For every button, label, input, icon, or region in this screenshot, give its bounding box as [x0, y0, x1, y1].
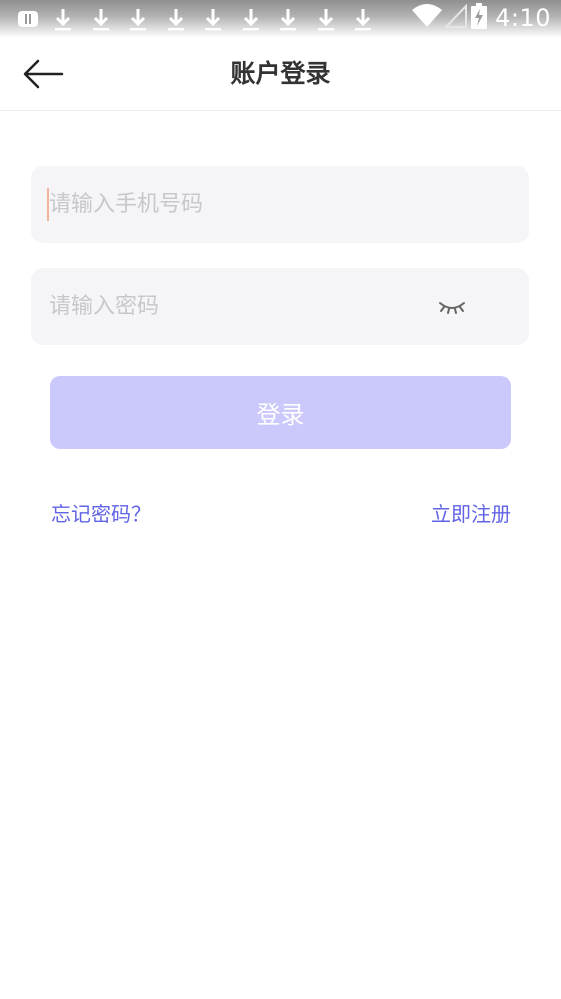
toggle-password-visibility-button[interactable]: [437, 297, 467, 317]
signal-icon: [443, 3, 468, 32]
notification-badge-icon: [18, 11, 38, 27]
app-header: 账户登录: [0, 38, 561, 111]
system-status: 4:10: [411, 2, 551, 34]
download-icon: [275, 6, 313, 32]
notification-area: [18, 6, 388, 32]
status-bar: 4:10: [0, 0, 561, 38]
wifi-icon: [411, 4, 443, 32]
download-icon: [125, 6, 163, 32]
phone-input[interactable]: [49, 166, 429, 243]
password-input[interactable]: [49, 268, 429, 345]
phone-field-container: [31, 166, 529, 243]
battery-charging-icon: [471, 3, 488, 33]
clock: 4:10: [495, 4, 551, 32]
forgot-password-link[interactable]: 忘记密码？: [51, 498, 151, 527]
password-field-container: [31, 268, 529, 345]
page-title: 账户登录: [230, 59, 331, 88]
eye-closed-icon: [439, 302, 465, 314]
download-icon: [238, 6, 276, 32]
login-button[interactable]: 登录: [50, 376, 511, 449]
download-icon: [200, 6, 238, 32]
download-icon: [163, 6, 201, 32]
download-icon: [50, 6, 88, 32]
register-link[interactable]: 立即注册: [431, 498, 511, 527]
download-icon: [313, 6, 351, 32]
download-icon: [88, 6, 126, 32]
download-icon: [350, 6, 388, 32]
